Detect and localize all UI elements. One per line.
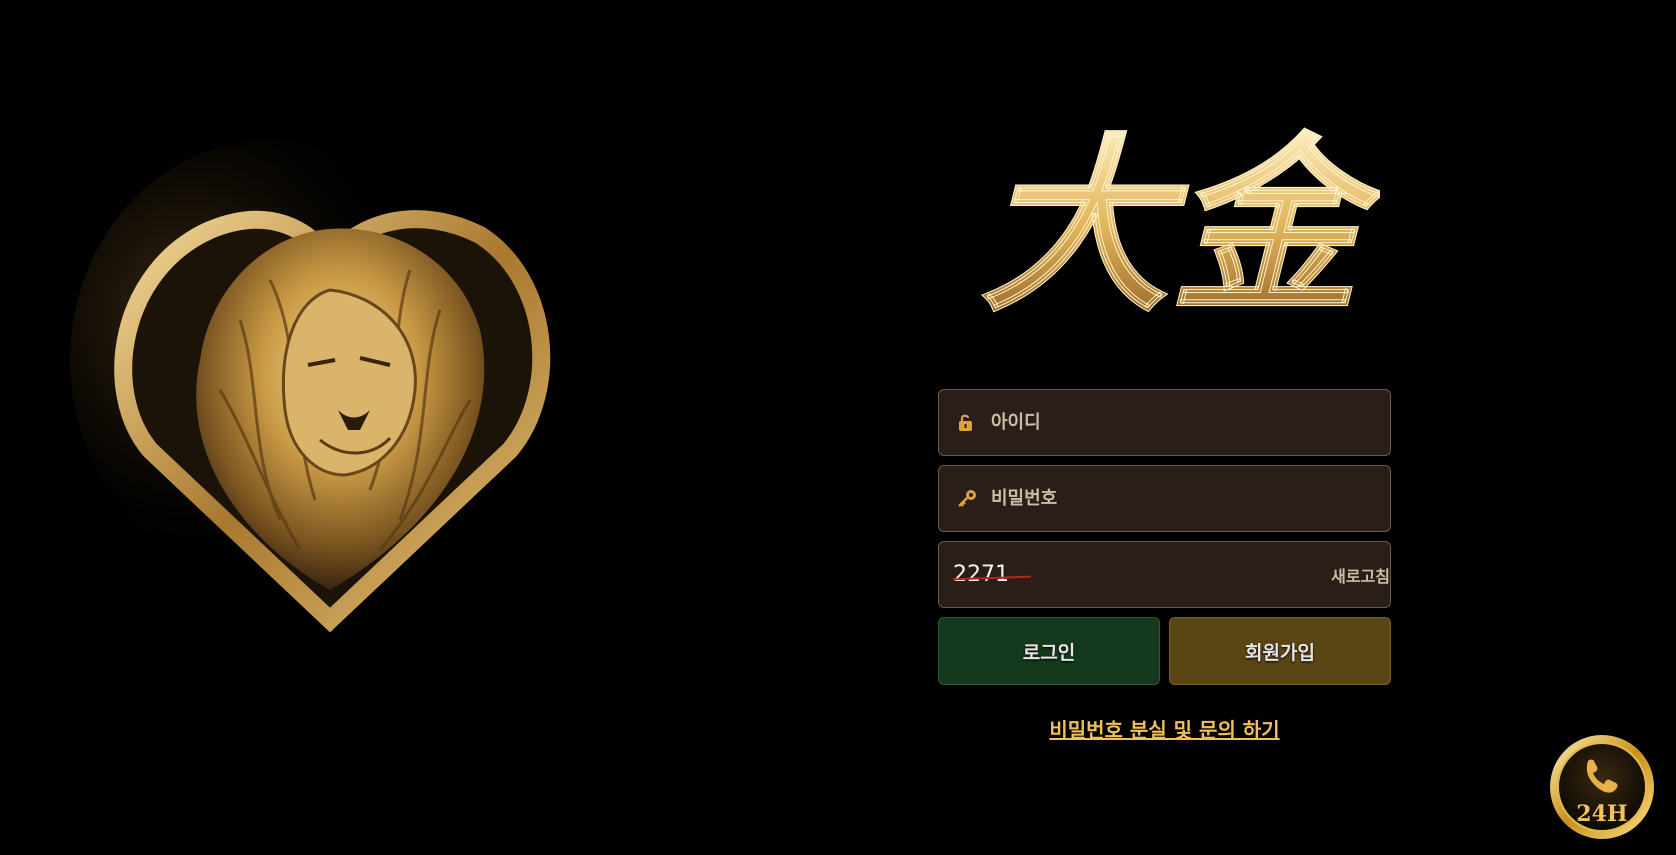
id-input[interactable] — [989, 389, 1390, 456]
captcha-code-text: 2271 — [953, 562, 1009, 587]
logo-text: 大金 — [980, 115, 1380, 338]
captcha-input[interactable] — [1049, 542, 1314, 607]
key-icon — [955, 487, 979, 511]
login-page: 大金 아이디 2271 새로고침 로그인 회원가입 비밀번호 분실 및 문의 하… — [0, 0, 1676, 855]
action-buttons: 로그인 회원가입 — [938, 617, 1391, 685]
password-input[interactable] — [989, 465, 1390, 532]
captcha-image: 2271 — [952, 555, 1033, 595]
forgot-password-area: 비밀번호 분실 및 문의 하기 — [938, 714, 1391, 743]
badge-text: 24H — [1576, 801, 1627, 827]
login-button[interactable]: 로그인 — [938, 617, 1160, 685]
forgot-password-link[interactable]: 비밀번호 분실 및 문의 하기 — [1049, 718, 1279, 742]
unlock-icon — [955, 411, 979, 435]
captcha-refresh-button[interactable]: 새로고침 — [1331, 563, 1390, 587]
lion-emblem-image — [60, 120, 580, 680]
brand-logo: 大金 — [960, 108, 1380, 339]
captcha-field: 2271 새로고침 — [938, 541, 1391, 608]
id-field[interactable] — [938, 389, 1391, 456]
join-button[interactable]: 회원가입 — [1169, 617, 1391, 685]
support-24h-badge[interactable]: 24H — [1546, 731, 1658, 843]
password-field[interactable] — [938, 465, 1391, 532]
login-form: 2271 새로고침 로그인 회원가입 — [938, 389, 1391, 685]
